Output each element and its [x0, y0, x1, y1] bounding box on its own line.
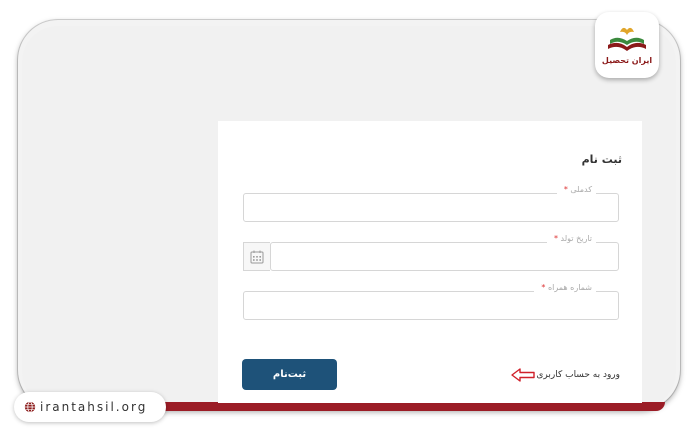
- mobile-number-label: شماره همراه *: [534, 283, 596, 292]
- bottom-accent-band: [150, 402, 665, 411]
- national-id-label: کدملی *: [556, 185, 596, 194]
- logo-text: ایران تحصیل: [601, 55, 653, 65]
- birth-date-label: تاریخ تولد *: [546, 234, 596, 243]
- mobile-number-label-text: شماره همراه: [547, 283, 592, 292]
- login-link[interactable]: ورود به حساب کاربری: [536, 370, 620, 380]
- required-mark: *: [563, 185, 568, 194]
- left-arrow-icon: [511, 368, 536, 382]
- site-url-pill: irantahsil.org: [14, 392, 166, 422]
- mobile-number-field[interactable]: شماره همراه *: [243, 283, 619, 320]
- required-mark: *: [541, 283, 546, 292]
- birth-date-field[interactable]: تاریخ تولد *: [270, 234, 619, 271]
- national-id-input[interactable]: [244, 194, 618, 221]
- logo-badge: ایران تحصیل: [595, 12, 659, 78]
- globe-icon: [24, 401, 36, 413]
- form-title: ثبت نام: [581, 153, 622, 166]
- register-button[interactable]: ثبت‌نام: [242, 359, 337, 390]
- birth-date-label-text: تاریخ تولد: [560, 234, 592, 243]
- national-id-field[interactable]: کدملی *: [243, 185, 619, 222]
- calendar-icon: [250, 250, 264, 263]
- registration-card: ثبت نام کدملی * تاریخ تولد * شماره همراه…: [218, 121, 642, 403]
- national-id-label-text: کدملی: [570, 185, 592, 194]
- calendar-button[interactable]: [243, 242, 270, 271]
- required-mark: *: [553, 234, 558, 243]
- login-link-row: ورود به حساب کاربری: [511, 368, 620, 382]
- mobile-number-input[interactable]: [244, 292, 618, 319]
- site-url: irantahsil.org: [40, 400, 148, 414]
- book-logo-icon: [608, 27, 646, 51]
- birth-date-input[interactable]: [271, 243, 618, 270]
